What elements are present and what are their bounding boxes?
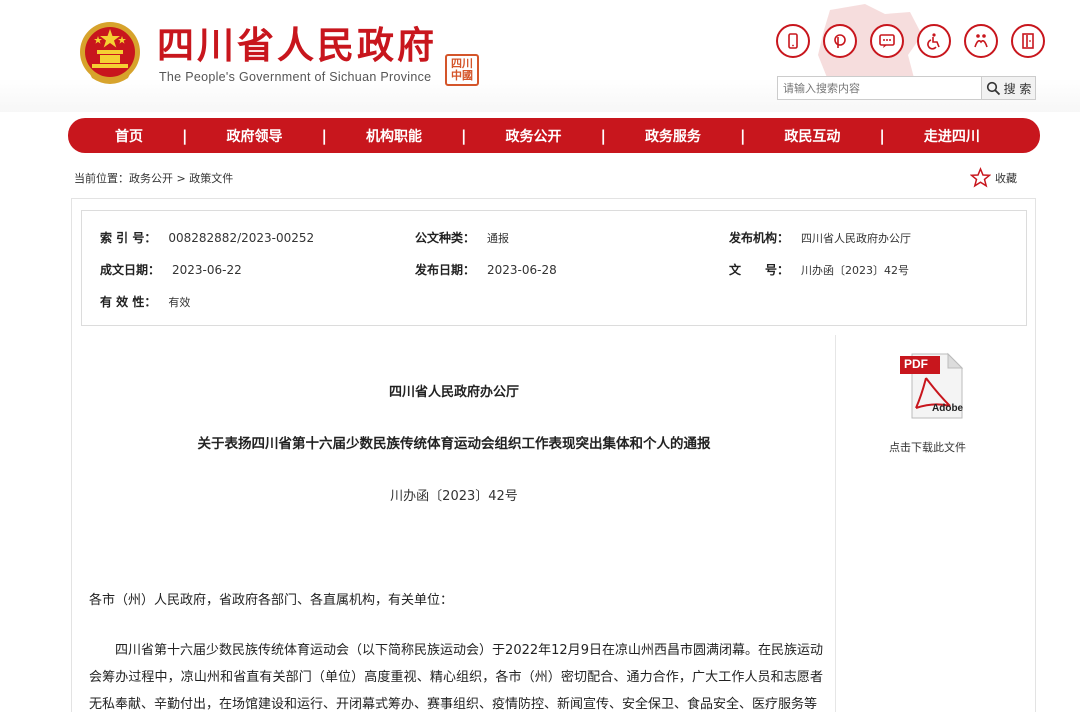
exit-button[interactable] (1011, 24, 1045, 58)
nav-separator: | (879, 126, 885, 145)
meta-index: 索 引 号： 008282882/2023-00252 (100, 229, 314, 246)
meta-validity-value: 有效 (168, 296, 191, 309)
site-header: 四川省人民政府 The People's Government of Sichu… (0, 0, 1080, 112)
message-button[interactable] (870, 24, 904, 58)
document-title: 关于表扬四川省第十六届少数民族传统体育运动会组织工作表现突出集体和个人的通报 (197, 436, 711, 452)
weibo-icon (834, 34, 846, 48)
national-emblem-logo (80, 22, 140, 84)
breadcrumb-prefix: 当前位置： (74, 172, 129, 185)
nav-separator: | (739, 126, 746, 145)
meta-index-value: 008282882/2023-00252 (168, 231, 315, 245)
weibo-button[interactable] (823, 24, 857, 58)
site-subtitle: The People's Government of Sichuan Provi… (159, 70, 432, 84)
accessibility-button[interactable] (917, 24, 951, 58)
document-number: 川办函〔2023〕42号 (390, 489, 518, 504)
site-title: 四川省人民政府 (157, 24, 437, 67)
pdf-download-button[interactable]: PDF Adobe (898, 352, 964, 420)
document-meta: 索 引 号： 008282882/2023-00252 公文种类： 通报 发布机构：… (81, 210, 1027, 326)
document-salutation: 各市（州）人民政府，省政府各部门、各直属机构，有关单位： (89, 593, 454, 608)
search-icon (986, 81, 1000, 95)
nav-separator: | (321, 126, 327, 145)
meta-validity: 有 效 性： 有效 (100, 293, 190, 310)
nav-item-leaders[interactable]: 政府领导 (226, 126, 282, 146)
nav-item-services[interactable]: 政务服务 (645, 126, 701, 146)
breadcrumb: 当前位置：政务公开 > 政策文件 (74, 170, 233, 186)
document-issuer: 四川省人民政府办公厅 (388, 385, 519, 400)
china-seal-logo: 四川中國 (445, 54, 479, 86)
meta-docno-value: 川办函〔2023〕42号 (801, 264, 910, 277)
search-bar: 搜 索 (777, 76, 1036, 100)
search-button[interactable]: 搜 索 (981, 76, 1036, 100)
column-divider (835, 335, 836, 712)
favorite-button[interactable]: 收藏 (970, 167, 1017, 188)
document-paragraph: 四川省第十六届少数民族传统体育运动会（以下简称民族运动会）于2022年12月9日… (89, 643, 823, 712)
meta-validity-label: 有 效 性： (100, 295, 157, 309)
nav-item-functions[interactable]: 机构职能 (366, 126, 422, 146)
meta-publisher-label: 发布机构： (729, 231, 790, 245)
mobile-button[interactable] (776, 24, 810, 58)
exit-icon (1022, 33, 1034, 49)
nav-item-interaction[interactable]: 政民互动 (784, 126, 840, 146)
meta-published-label: 发布日期： (415, 263, 476, 277)
nav-item-home[interactable]: 首页 (115, 126, 143, 146)
nav-separator: | (600, 126, 606, 145)
pdf-label: PDF (904, 357, 928, 371)
breadcrumb-public-affairs[interactable]: 政务公开 (129, 172, 173, 185)
favorite-label: 收藏 (995, 171, 1017, 185)
elderly-care-button[interactable] (964, 24, 998, 58)
meta-publisher-value: 四川省人民政府办公厅 (801, 232, 912, 245)
meta-published-value: 2023-06-28 (487, 263, 557, 277)
meta-docno-label: 文 号： (729, 263, 790, 277)
accessibility-icon (927, 33, 940, 50)
nav-item-public-affairs[interactable]: 政务公开 (505, 126, 561, 146)
seal-text: 四川中國 (451, 57, 473, 82)
header-tools (776, 24, 1045, 58)
message-icon (879, 34, 895, 48)
search-button-label: 搜 索 (1003, 81, 1032, 96)
meta-published: 发布日期： 2023-06-28 (415, 261, 557, 278)
meta-category-label: 公文种类： (415, 231, 476, 245)
nav-item-about-sichuan[interactable]: 走进四川 (924, 126, 980, 146)
meta-category: 公文种类： 通报 (415, 229, 509, 246)
meta-written-value: 2023-06-22 (172, 263, 242, 277)
meta-written: 成文日期： 2023-06-22 (100, 261, 242, 278)
meta-docno: 文 号： 川办函〔2023〕42号 (729, 261, 909, 278)
meta-category-value: 通报 (487, 232, 510, 245)
search-input[interactable] (777, 76, 981, 100)
meta-index-label: 索 引 号： (100, 231, 157, 245)
main-nav: 首页 | 政府领导 | 机构职能 | 政务公开 | 政务服务 | 政民互动 | … (68, 118, 1040, 153)
meta-publisher: 发布机构： 四川省人民政府办公厅 (729, 229, 911, 246)
elderly-care-icon (974, 34, 988, 48)
star-icon (970, 167, 991, 188)
nav-separator: | (182, 126, 188, 145)
mobile-icon (788, 33, 798, 49)
meta-written-label: 成文日期： (100, 263, 161, 277)
adobe-label: Adobe (932, 403, 964, 414)
breadcrumb-policy-docs[interactable]: 政策文件 (189, 172, 233, 185)
nav-separator: | (460, 126, 467, 145)
breadcrumb-arrow: > (173, 172, 190, 185)
download-caption[interactable]: 点击下载此文件 (889, 439, 966, 455)
